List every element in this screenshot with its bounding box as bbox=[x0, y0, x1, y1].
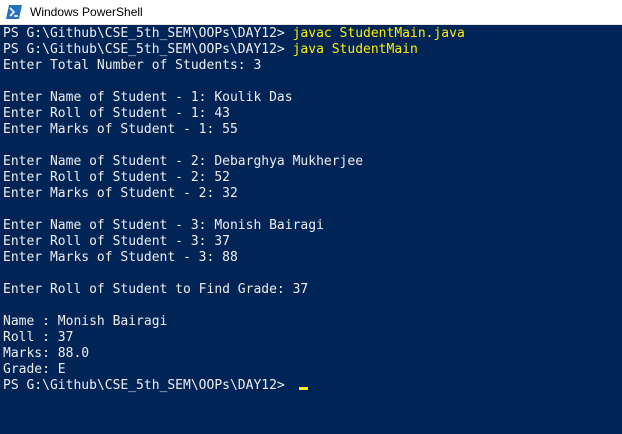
output-text: Enter Marks of Student - 3: 88 bbox=[3, 250, 238, 265]
title-bar[interactable]: Windows PowerShell bbox=[0, 0, 622, 25]
console-line: Enter Roll of Student - 3: 37 bbox=[3, 234, 622, 250]
output-text: Enter Name of Student - 2: Debarghya Muk… bbox=[3, 154, 364, 169]
output-text: Marks: 88.0 bbox=[3, 346, 90, 361]
window-title: Windows PowerShell bbox=[30, 5, 143, 19]
prompt-text: PS G:\Github\CSE_5th_SEM\OOPs\DAY12> bbox=[3, 378, 293, 393]
output-text: Enter Marks of Student - 1: 55 bbox=[3, 122, 238, 137]
output-text: Enter Total Number of Students: 3 bbox=[3, 58, 262, 73]
console-line: Enter Name of Student - 1: Koulik Das bbox=[3, 90, 622, 106]
command-text: javac StudentMain.java bbox=[292, 26, 465, 41]
output-text: Name : Monish Bairagi bbox=[3, 314, 168, 329]
console-line: Enter Name of Student - 2: Debarghya Muk… bbox=[3, 154, 622, 170]
output-text: Enter Name of Student - 1: Koulik Das bbox=[3, 90, 293, 105]
output-text: Enter Name of Student - 3: Monish Bairag… bbox=[3, 218, 324, 233]
powershell-icon bbox=[6, 4, 22, 20]
console-line: PS G:\Github\CSE_5th_SEM\OOPs\DAY12> jav… bbox=[3, 26, 622, 42]
console-line: Enter Marks of Student - 2: 32 bbox=[3, 186, 622, 202]
console-line: Enter Marks of Student - 1: 55 bbox=[3, 122, 622, 138]
console-line: Marks: 88.0 bbox=[3, 346, 622, 362]
output-text: Enter Roll of Student - 2: 52 bbox=[3, 170, 230, 185]
console-line: Enter Roll of Student - 1: 43 bbox=[3, 106, 622, 122]
output-text: Enter Marks of Student - 2: 32 bbox=[3, 186, 238, 201]
powershell-window: Windows PowerShell PS G:\Github\CSE_5th_… bbox=[0, 0, 622, 434]
output-text: Enter Roll of Student to Find Grade: 37 bbox=[3, 282, 309, 297]
console-line: Grade: E bbox=[3, 362, 622, 378]
console-line: Enter Total Number of Students: 3 bbox=[3, 58, 622, 74]
output-text: Grade: E bbox=[3, 362, 66, 377]
console-line: PS G:\Github\CSE_5th_SEM\OOPs\DAY12> jav… bbox=[3, 42, 622, 58]
console-output[interactable]: PS G:\Github\CSE_5th_SEM\OOPs\DAY12> jav… bbox=[3, 26, 622, 434]
output-text: Enter Roll of Student - 1: 43 bbox=[3, 106, 230, 121]
output-text: Roll : 37 bbox=[3, 330, 74, 345]
output-text: Enter Roll of Student - 3: 37 bbox=[3, 234, 230, 249]
console-line: Name : Monish Bairagi bbox=[3, 314, 622, 330]
console-line: Enter Marks of Student - 3: 88 bbox=[3, 250, 622, 266]
command-text: java StudentMain bbox=[292, 42, 418, 57]
console-line: Roll : 37 bbox=[3, 330, 622, 346]
console-line: PS G:\Github\CSE_5th_SEM\OOPs\DAY12> bbox=[3, 378, 622, 394]
console-line: Enter Roll of Student - 2: 52 bbox=[3, 170, 622, 186]
prompt-text: PS G:\Github\CSE_5th_SEM\OOPs\DAY12> bbox=[3, 42, 293, 57]
console-line: Enter Name of Student - 3: Monish Bairag… bbox=[3, 218, 622, 234]
text-cursor bbox=[298, 387, 308, 390]
prompt-text: PS G:\Github\CSE_5th_SEM\OOPs\DAY12> bbox=[3, 26, 293, 41]
console-line: Enter Roll of Student to Find Grade: 37 bbox=[3, 282, 622, 298]
